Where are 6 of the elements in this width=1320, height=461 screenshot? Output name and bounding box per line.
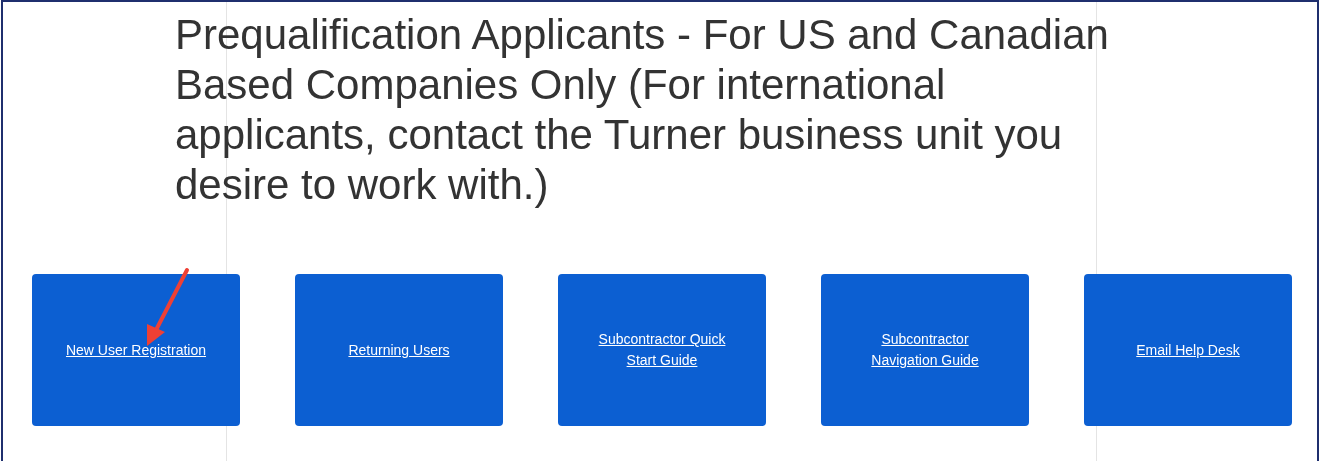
tile-link[interactable]: Returning Users (348, 339, 450, 361)
page-heading: Prequalification Applicants - For US and Canadian Based Companies Only (For international applicants, contact the Turner business unit you desire to work with.) (175, 10, 1110, 210)
tile-link[interactable]: New User Registration (65, 339, 207, 361)
tile-link[interactable]: Email Help Desk (1136, 339, 1240, 361)
tile-link[interactable]: Subcontractor Quick Start Guide (586, 329, 738, 371)
tile-link[interactable]: Subcontractor Navigation Guide (849, 329, 1001, 371)
